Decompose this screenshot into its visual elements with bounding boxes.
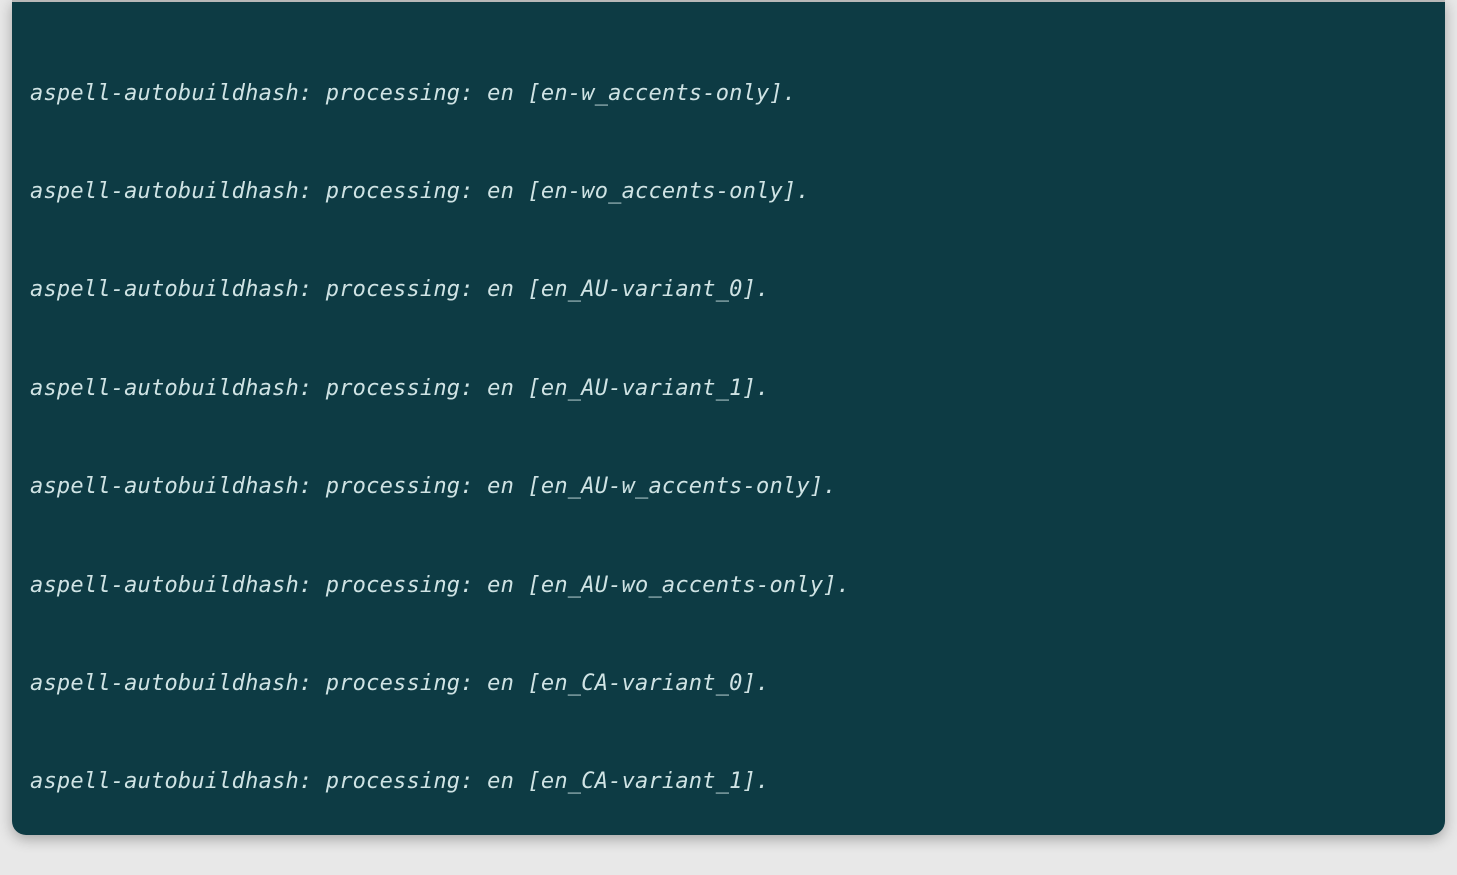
terminal-scrollback[interactable]: aspell-autobuildhash: processing: en [en… bbox=[30, 12, 1427, 825]
output-line: aspell-autobuildhash: processing: en [en… bbox=[30, 274, 1427, 307]
output-line: aspell-autobuildhash: processing: en [en… bbox=[30, 373, 1427, 406]
terminal-window[interactable]: aspell-autobuildhash: processing: en [en… bbox=[12, 0, 1445, 835]
output-line: aspell-autobuildhash: processing: en [en… bbox=[30, 78, 1427, 111]
output-line: aspell-autobuildhash: processing: en [en… bbox=[30, 766, 1427, 799]
output-line: aspell-autobuildhash: processing: en [en… bbox=[30, 471, 1427, 504]
output-line: aspell-autobuildhash: processing: en [en… bbox=[30, 176, 1427, 209]
output-line: aspell-autobuildhash: processing: en [en… bbox=[30, 668, 1427, 701]
output-line: aspell-autobuildhash: processing: en [en… bbox=[30, 570, 1427, 603]
